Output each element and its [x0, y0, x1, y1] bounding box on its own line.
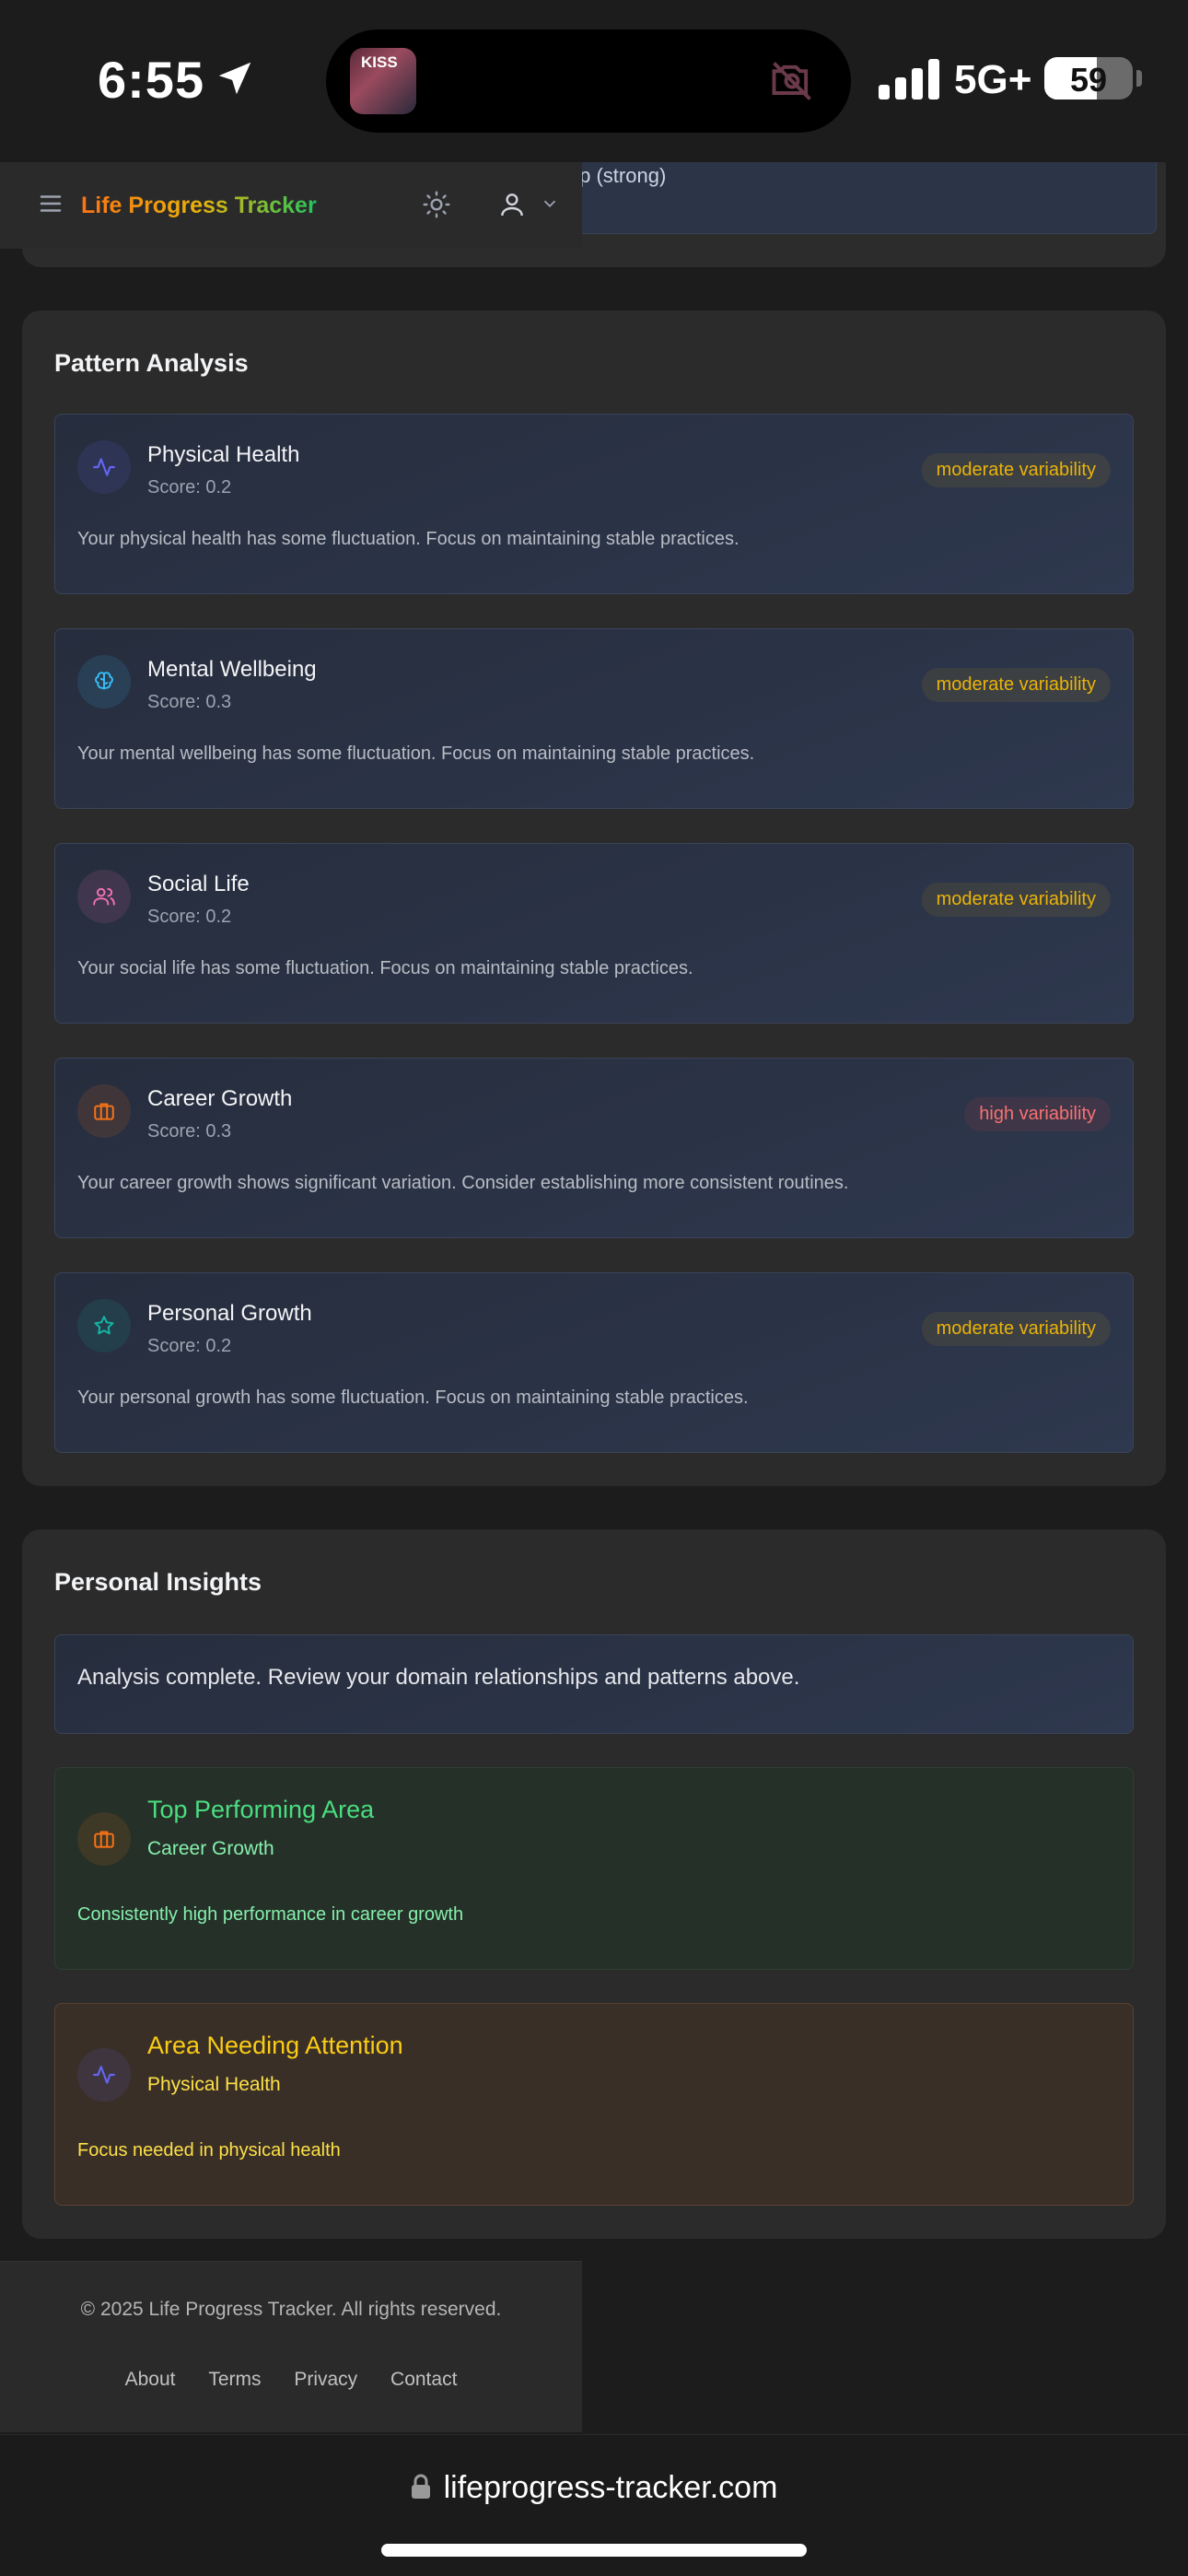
- area-needing-attention-card: Area Needing Attention Physical Health F…: [54, 2003, 1134, 2206]
- pattern-card-career-growth: Career Growth Score: 0.3 high variabilit…: [54, 1058, 1134, 1238]
- domain-description: Your mental wellbeing has some fluctuati…: [77, 744, 755, 764]
- sun-theme-toggle-icon[interactable]: [422, 190, 451, 219]
- domain-score: Score: 0.3: [147, 1121, 232, 1142]
- footer-link-contact[interactable]: Contact: [390, 2369, 457, 2390]
- domain-score: Score: 0.2: [147, 907, 232, 927]
- variability-badge: moderate variability: [921, 453, 1111, 487]
- activity-icon: [93, 458, 115, 476]
- insight-description: Focus needed in physical health: [77, 2140, 341, 2160]
- domain-name: Personal Growth: [147, 1301, 312, 1326]
- domain-description: Your personal growth has some fluctuatio…: [77, 1388, 749, 1408]
- users-icon: [93, 887, 115, 906]
- hamburger-menu-icon[interactable]: [37, 190, 64, 217]
- section-title: Personal Insights: [54, 1568, 262, 1596]
- footer-link-terms[interactable]: Terms: [208, 2369, 261, 2390]
- insight-title: Area Needing Attention: [147, 2032, 403, 2059]
- app-title[interactable]: Life Progress Tracker: [81, 193, 317, 219]
- domain-name: Social Life: [147, 872, 250, 896]
- variability-badge: moderate variability: [921, 668, 1111, 702]
- icon-wrap: [77, 1084, 131, 1138]
- briefcase-icon: [94, 1103, 114, 1120]
- icon-wrap: [77, 2048, 131, 2102]
- briefcase-icon: [94, 1831, 114, 1848]
- domain-score: Score: 0.2: [147, 477, 232, 498]
- insights-summary-card: Analysis complete. Review your domain re…: [54, 1634, 1134, 1734]
- domain-name: Physical Health: [147, 442, 300, 467]
- copyright-text: © 2025 Life Progress Tracker. All rights…: [80, 2299, 502, 2320]
- star-icon: [94, 1316, 114, 1335]
- pattern-card-mental-wellbeing: Mental Wellbeing Score: 0.3 moderate var…: [54, 628, 1134, 809]
- user-avatar-icon[interactable]: [497, 190, 527, 219]
- insight-description: Consistently high performance in career …: [77, 1904, 464, 1925]
- domain-description: Your social life has some fluctuation. F…: [77, 958, 693, 978]
- pattern-card-social-life: Social Life Score: 0.2 moderate variabil…: [54, 843, 1134, 1024]
- domain-score: Score: 0.3: [147, 692, 232, 712]
- variability-badge: high variability: [964, 1097, 1111, 1131]
- status-time: 6:55: [98, 51, 205, 109]
- icon-wrap: [77, 655, 131, 708]
- variability-badge: moderate variability: [921, 883, 1111, 917]
- status-bar: 6:55 KISS 5G+ 59: [0, 0, 1188, 162]
- variability-badge: moderate variability: [921, 1312, 1111, 1346]
- insights-summary-text: Analysis complete. Review your domain re…: [77, 1665, 800, 1690]
- browser-address-bar[interactable]: lifeprogress-tracker.com: [0, 2434, 1188, 2576]
- insight-area: Physical Health: [147, 2074, 281, 2095]
- url-text[interactable]: lifeprogress-tracker.com: [444, 2470, 778, 2505]
- network-type: 5G+: [954, 57, 1032, 102]
- domain-name: Mental Wellbeing: [147, 657, 317, 682]
- location-arrow-icon: [218, 62, 251, 95]
- footer-link-about[interactable]: About: [125, 2369, 176, 2390]
- home-indicator[interactable]: [381, 2544, 807, 2557]
- domain-description: Your career growth shows significant var…: [77, 1173, 849, 1193]
- insight-title: Top Performing Area: [147, 1796, 375, 1823]
- pattern-card-physical-health: Physical Health Score: 0.2 moderate vari…: [54, 414, 1134, 594]
- icon-wrap: [77, 440, 131, 494]
- footer-links: About Terms Privacy Contact: [0, 2369, 582, 2391]
- pattern-analysis-section: Pattern Analysis Physical Health Score: …: [22, 310, 1166, 1486]
- lock-icon: [411, 2474, 430, 2499]
- icon-wrap: [77, 1812, 131, 1866]
- page-footer: © 2025 Life Progress Tracker. All rights…: [0, 2261, 582, 2432]
- section-title: Pattern Analysis: [54, 349, 249, 377]
- domain-description: Your physical health has some fluctuatio…: [77, 529, 740, 549]
- dynamic-island: KISS: [326, 29, 851, 133]
- camera-off-icon: [772, 62, 811, 100]
- battery-icon: 59: [1044, 57, 1133, 100]
- domain-score: Score: 0.2: [147, 1336, 232, 1356]
- footer-link-privacy[interactable]: Privacy: [294, 2369, 357, 2390]
- now-playing-artwork[interactable]: KISS: [350, 48, 416, 114]
- app-header: Life Progress Tracker: [0, 162, 582, 249]
- cellular-signal-icon: [879, 59, 939, 100]
- brain-icon: [95, 672, 113, 690]
- personal-insights-section: Personal Insights Analysis complete. Rev…: [22, 1529, 1166, 2239]
- activity-icon: [93, 2066, 115, 2084]
- icon-wrap: [77, 1299, 131, 1352]
- pattern-card-personal-growth: Personal Growth Score: 0.2 moderate vari…: [54, 1272, 1134, 1453]
- insight-area: Career Growth: [147, 1838, 274, 1859]
- top-performing-area-card: Top Performing Area Career Growth Consis…: [54, 1767, 1134, 1970]
- icon-wrap: [77, 870, 131, 923]
- chevron-down-icon[interactable]: [540, 193, 560, 214]
- battery-level: 59: [1069, 61, 1108, 99]
- domain-name: Career Growth: [147, 1086, 293, 1111]
